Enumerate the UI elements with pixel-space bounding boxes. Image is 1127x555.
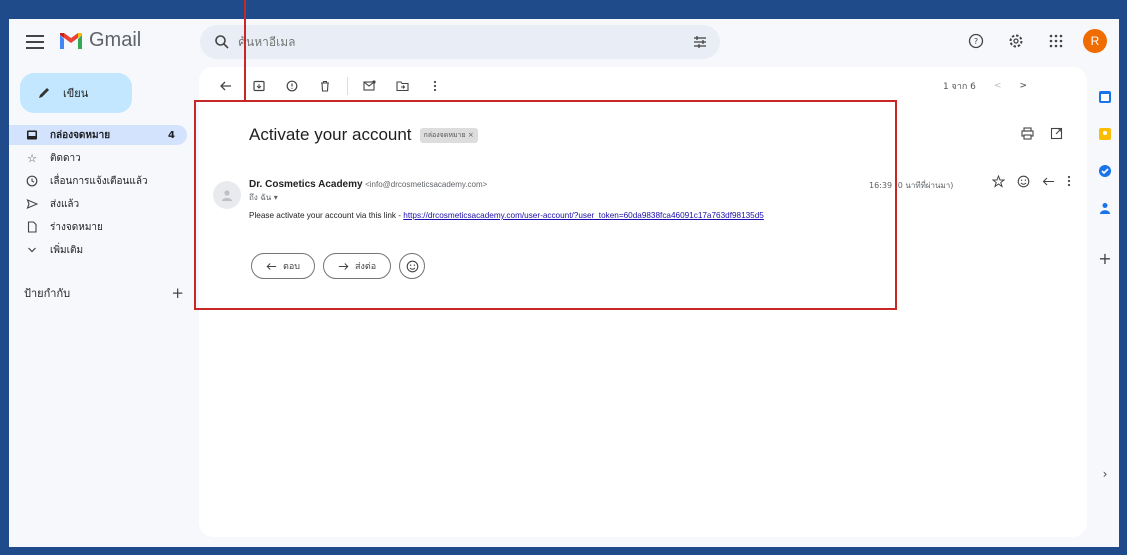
side-panel: + › [1091, 65, 1119, 545]
account-avatar[interactable]: R [1083, 29, 1107, 53]
chevron-down-icon [25, 243, 39, 257]
forward-button[interactable]: ส่งต่อ [322, 253, 392, 279]
sidebar-item-snoozed[interactable]: เลื่อนการแจ้งเตือนแล้ว [9, 171, 189, 191]
contacts-icon[interactable] [1097, 200, 1113, 216]
pager-text: 1 จาก 6 [942, 82, 976, 92]
sidebar-item-label: ติดดาว [50, 152, 81, 164]
forward-icon [338, 262, 349, 270]
print-icon[interactable] [1021, 127, 1034, 140]
subject-text: Activate your account [249, 125, 412, 144]
delete-icon[interactable] [314, 75, 336, 97]
add-label-icon[interactable]: + [171, 284, 184, 302]
calendar-icon[interactable] [1097, 89, 1113, 105]
move-to-icon[interactable] [391, 75, 413, 97]
top-right-controls: ? R [963, 28, 1107, 54]
forward-label: ส่งต่อ [354, 262, 377, 272]
email-subject: Activate your account กล่องจดหมาย × [249, 125, 478, 145]
next-page-icon[interactable]: > [1019, 81, 1027, 91]
body-text: Please activate your account via this li… [249, 211, 404, 220]
star-icon: ☆ [27, 151, 37, 165]
add-addon-icon[interactable]: + [1097, 249, 1113, 268]
report-spam-icon[interactable] [281, 75, 303, 97]
email-body: Please activate your account via this li… [249, 211, 764, 220]
sidebar-item-label: กล่องจดหมาย [50, 129, 111, 141]
subject-tools [1021, 127, 1063, 140]
sidebar-item-inbox[interactable]: กล่องจดหมาย 4 [9, 125, 187, 145]
email-toolbar: 1 จาก 6 < > [199, 67, 1087, 105]
activation-link[interactable]: https://drcosmeticsacademy.com/user-acco… [403, 211, 764, 220]
menu-icon[interactable] [25, 32, 45, 52]
gmail-logo[interactable]: Gmail [59, 29, 141, 52]
sidebar-item-label: ส่งแล้ว [50, 198, 80, 210]
app-name: Gmail [89, 29, 142, 51]
sidebar-item-label: ร่างจดหมาย [50, 221, 103, 233]
gmail-m-icon [60, 32, 82, 49]
open-in-new-window-icon[interactable] [1050, 127, 1063, 140]
emoji-reaction-icon[interactable] [1017, 175, 1030, 188]
sender-email: <info@drcosmeticsacademy.com> [365, 180, 488, 189]
clock-icon [25, 174, 39, 188]
compose-button[interactable]: เขียน [20, 73, 132, 113]
reply-icon [266, 262, 277, 270]
send-icon [25, 197, 39, 211]
draft-icon [25, 220, 39, 234]
inbox-label-tag[interactable]: กล่องจดหมาย × [419, 127, 478, 143]
search-bar[interactable] [200, 25, 720, 59]
more-vert-icon[interactable] [1067, 175, 1071, 187]
more-vert-icon[interactable] [424, 75, 446, 97]
sender-line: Dr. Cosmetics Academy <info@drcosmeticsa… [249, 179, 487, 190]
back-arrow-icon[interactable] [215, 75, 237, 97]
reply-actions: ตอบ ส่งต่อ [251, 253, 426, 279]
archive-icon[interactable] [248, 75, 270, 97]
message-tools [992, 175, 1071, 188]
keep-icon[interactable] [1097, 126, 1113, 142]
sidebar-item-sent[interactable]: ส่งแล้ว [9, 194, 189, 214]
email-view: 1 จาก 6 < > Activate your account กล่องจ… [199, 67, 1087, 537]
mark-unread-icon[interactable] [358, 75, 380, 97]
pagination: 1 จาก 6 < > [943, 79, 1027, 93]
reply-button[interactable]: ตอบ [251, 253, 315, 279]
compose-label: เขียน [63, 87, 89, 100]
sidebar-item-drafts[interactable]: ร่างจดหมาย [9, 217, 189, 237]
star-icon[interactable] [992, 175, 1005, 188]
svg-text:?: ? [974, 37, 978, 46]
email-time: 16:39 (0 นาทีที่ผ่านมา) [869, 181, 954, 190]
tasks-icon[interactable] [1097, 163, 1113, 179]
prev-page-icon[interactable]: < [994, 81, 1002, 91]
show-side-panel-icon[interactable]: › [1097, 466, 1113, 482]
reply-label: ตอบ [283, 262, 300, 272]
top-bar: Gmail ? R [9, 19, 1119, 65]
search-input[interactable] [238, 35, 678, 49]
search-options-icon[interactable] [692, 34, 708, 50]
emoji-react-button[interactable] [399, 253, 426, 279]
sidebar-nav: กล่องจดหมาย 4 ☆ ติดดาว เลื่อนการแจ้งเตือ… [9, 125, 189, 263]
emoji-icon [406, 260, 418, 272]
sidebar-item-label: เลื่อนการแจ้งเตือนแล้ว [50, 175, 148, 187]
help-icon[interactable]: ? [963, 28, 989, 54]
reply-icon[interactable] [1042, 175, 1055, 188]
pencil-icon [39, 88, 49, 98]
labels-heading: ป้ายกำกับ [24, 287, 71, 300]
search-icon[interactable] [214, 34, 230, 50]
person-icon [222, 190, 232, 201]
inbox-unread-count: 4 [168, 129, 175, 141]
apps-grid-icon[interactable] [1043, 28, 1069, 54]
sidebar-item-label: เพิ่มเติม [50, 244, 84, 256]
sidebar-item-starred[interactable]: ☆ ติดดาว [9, 148, 189, 168]
inbox-icon [25, 128, 39, 142]
recipient-toggle[interactable]: ถึง ฉัน ▾ [249, 191, 278, 204]
toolbar-divider [347, 77, 348, 95]
sidebar-item-more[interactable]: เพิ่มเติม [9, 240, 189, 260]
annotation-pointer [244, 0, 246, 101]
labels-section: ป้ายกำกับ + [24, 284, 184, 302]
sender-name: Dr. Cosmetics Academy [249, 179, 363, 190]
gmail-window: Gmail ? R เขียน กล่องจดหมาย 4 ☆ ติดดาว [9, 19, 1119, 547]
sender-avatar [213, 181, 241, 209]
settings-icon[interactable] [1003, 28, 1029, 54]
